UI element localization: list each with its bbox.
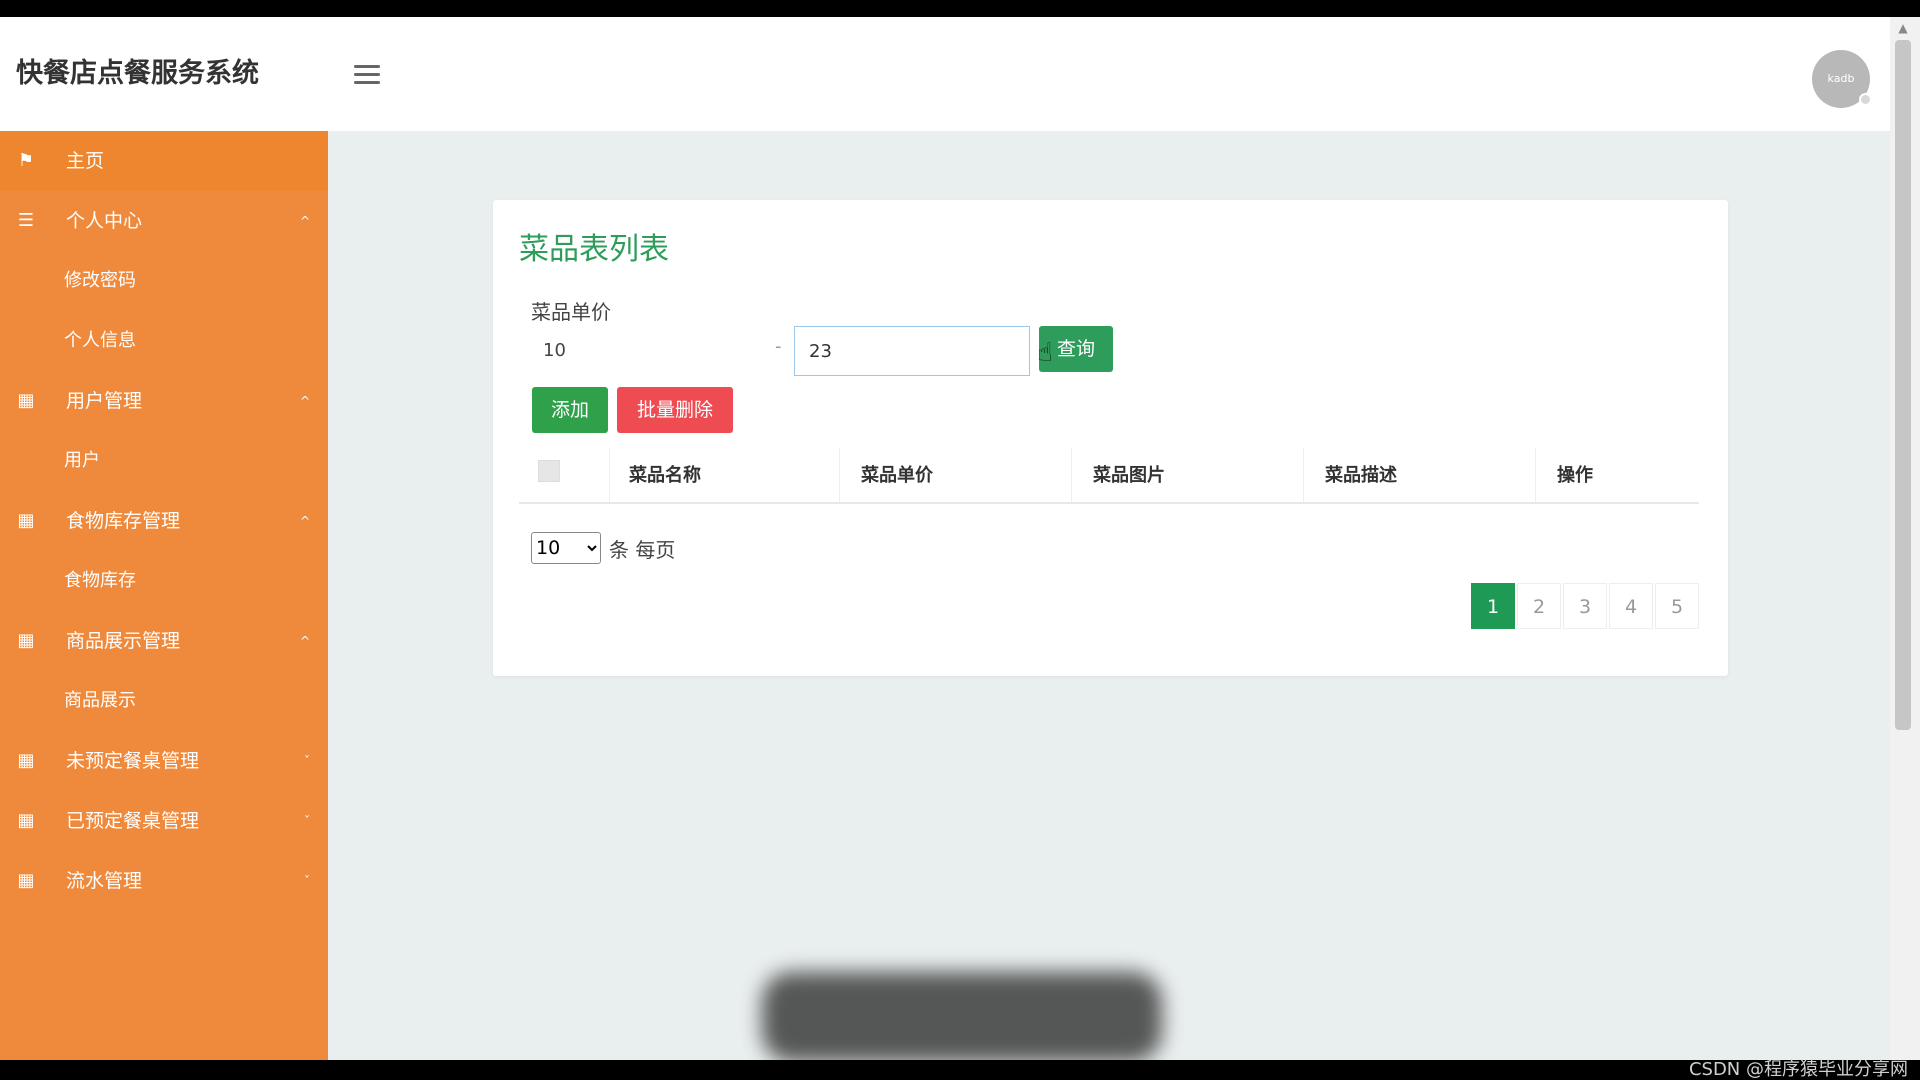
dish-table-header: 菜品名称 菜品单价 菜品图片 菜品描述 操作: [519, 440, 1699, 504]
sidebar-group-product-display-management[interactable]: ▦ 商品展示管理 ^: [0, 611, 328, 671]
column-header-dish-image[interactable]: 菜品图片: [1093, 440, 1165, 502]
grid-icon: ▦: [17, 870, 35, 891]
sidebar-item-label: 流水管理: [66, 870, 143, 892]
sidebar-item-food-inventory[interactable]: 食物库存: [0, 551, 328, 611]
grid-icon: ▦: [17, 750, 35, 771]
sidebar-item-change-password[interactable]: 修改密码: [0, 251, 328, 311]
screen-top-border: [0, 0, 1920, 17]
screen-bottom-border: [0, 1060, 1920, 1080]
sidebar-item-product-display[interactable]: 商品展示: [0, 671, 328, 731]
per-page-label: 条 每页: [609, 538, 676, 562]
price-min-input[interactable]: [531, 326, 761, 374]
grid-icon: ▦: [17, 390, 35, 411]
column-header-dish-name[interactable]: 菜品名称: [629, 440, 701, 502]
page-button-5[interactable]: 5: [1655, 583, 1699, 629]
chevron-down-icon: ˇ: [304, 754, 310, 768]
grid-icon: ▦: [17, 510, 35, 531]
range-separator: -: [775, 336, 782, 357]
app-window: 快餐店点餐服务系统 kadb ⚑ 主页 ☰ 个人中心 ^ 修改密码 个人信息 ▦…: [0, 17, 1890, 1060]
menu-toggle-icon[interactable]: [354, 65, 380, 85]
sidebar-item-home[interactable]: ⚑ 主页: [0, 131, 328, 191]
chevron-up-icon: ^: [299, 514, 310, 528]
scrollbar-thumb[interactable]: [1895, 40, 1911, 730]
page-button-4[interactable]: 4: [1609, 583, 1653, 629]
column-header-actions: 操作: [1557, 465, 1593, 486]
chevron-up-icon: ^: [299, 214, 310, 228]
chevron-up-icon: ^: [299, 394, 310, 408]
sidebar: ⚑ 主页 ☰ 个人中心 ^ 修改密码 个人信息 ▦ 用户管理 ^ 用户 ▦ 食物…: [0, 131, 328, 1060]
sidebar-item-label: 未预定餐桌管理: [66, 750, 200, 772]
scroll-up-arrow-icon[interactable]: ▲: [1895, 20, 1911, 36]
sidebar-item-label: 商品展示管理: [66, 630, 181, 652]
dish-list-panel: 菜品表列表 菜品单价 - 查询 ☝ 添加 批量删除 菜品名称 菜品单价 菜品图片…: [493, 200, 1728, 676]
flag-icon: ⚑: [17, 150, 35, 171]
page-title: 菜品表列表: [519, 232, 669, 267]
price-max-input[interactable]: [794, 326, 1030, 376]
chevron-up-icon: ^: [299, 634, 310, 648]
sidebar-item-label: 个人中心: [66, 210, 143, 232]
list-icon: ☰: [17, 210, 35, 231]
page-button-3[interactable]: 3: [1563, 583, 1607, 629]
grid-icon: ▦: [17, 630, 35, 651]
chevron-down-icon: ˇ: [304, 814, 310, 828]
sidebar-item-users[interactable]: 用户: [0, 431, 328, 491]
sidebar-group-reserved-tables[interactable]: ▦ 已预定餐桌管理 ˇ: [0, 791, 328, 851]
app-title: 快餐店点餐服务系统: [16, 58, 259, 89]
page-button-1[interactable]: 1: [1471, 583, 1515, 629]
add-button[interactable]: 添加: [532, 387, 608, 433]
sidebar-item-label: 用户管理: [66, 390, 143, 412]
sidebar-item-personal-info[interactable]: 个人信息: [0, 311, 328, 371]
batch-delete-button[interactable]: 批量删除: [617, 387, 733, 433]
sidebar-group-food-inventory-management[interactable]: ▦ 食物库存管理 ^: [0, 491, 328, 551]
watermark: CSDN @程序猿毕业分享网: [1688, 1059, 1908, 1080]
price-filter-label: 菜品单价: [531, 300, 611, 324]
chevron-down-icon: ˇ: [304, 874, 310, 888]
grid-icon: ▦: [17, 810, 35, 831]
select-all-checkbox[interactable]: [538, 460, 560, 482]
top-header: 快餐店点餐服务系统 kadb: [0, 17, 1890, 131]
online-status-dot: [1859, 93, 1872, 106]
sidebar-group-transactions[interactable]: ▦ 流水管理 ˇ: [0, 851, 328, 911]
column-header-dish-description[interactable]: 菜品描述: [1325, 440, 1397, 502]
blurred-overlay: [762, 972, 1162, 1060]
column-header-dish-price[interactable]: 菜品单价: [861, 440, 933, 502]
sidebar-group-user-management[interactable]: ▦ 用户管理 ^: [0, 371, 328, 431]
hand-cursor-icon: ☝: [1037, 338, 1053, 368]
sidebar-item-label: 已预定餐桌管理: [66, 810, 200, 832]
page-size-select[interactable]: 10: [531, 532, 601, 564]
sidebar-group-personal-center[interactable]: ☰ 个人中心 ^: [0, 191, 328, 251]
sidebar-item-label: 食物库存管理: [66, 510, 181, 532]
page-button-2[interactable]: 2: [1517, 583, 1561, 629]
sidebar-group-unreserved-tables[interactable]: ▦ 未预定餐桌管理 ˇ: [0, 731, 328, 791]
sidebar-item-label: 主页: [66, 150, 105, 172]
